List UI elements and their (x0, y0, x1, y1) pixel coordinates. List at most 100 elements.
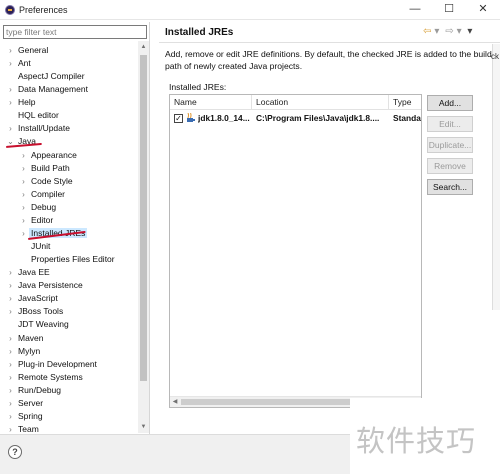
tree-item[interactable]: › General (5, 44, 50, 57)
tree-item[interactable]: › Mylyn (5, 345, 42, 358)
tree-item[interactable]: › Run/Debug (5, 384, 63, 397)
collapsed-chevron-icon[interactable]: › (5, 410, 16, 423)
minimize-button[interactable]: — (398, 0, 432, 20)
view-menu-chevron-icon[interactable]: ▾ (467, 26, 472, 37)
collapsed-chevron-icon[interactable]: › (18, 188, 29, 201)
collapsed-chevron-icon[interactable]: › (5, 345, 16, 358)
tree-item[interactable]: › Maven (5, 332, 46, 345)
tree-item[interactable]: JUnit (18, 240, 52, 253)
collapsed-chevron-icon[interactable]: › (5, 423, 16, 433)
default-jre-checkbox[interactable]: ✓ (174, 114, 183, 123)
collapsed-chevron-icon[interactable]: › (5, 371, 16, 384)
tree-item-label: Data Management (18, 84, 88, 95)
jre-type-cell: Standar (393, 113, 422, 123)
search-button[interactable]: Search... (427, 179, 473, 195)
help-icon[interactable]: ? (8, 445, 22, 459)
tree-item[interactable]: JDT Weaving (5, 318, 71, 331)
tree-item-label: Ant (18, 58, 31, 69)
background-window-text: ck (491, 52, 499, 61)
tree-item-label: Run/Debug (18, 384, 62, 395)
jre-location-cell: C:\Program Files\Java\jdk1.8.... (256, 113, 380, 123)
back-arrow-icon[interactable]: ⇦ (423, 26, 431, 37)
title-bar: Preferences — ☐ ✕ (0, 0, 500, 20)
header-divider (159, 42, 500, 43)
scroll-up-arrow-icon[interactable]: ▲ (138, 41, 149, 53)
collapsed-chevron-icon[interactable]: › (5, 384, 16, 397)
remove-button[interactable]: Remove (427, 158, 473, 174)
tree-scrollbar[interactable]: ▲ ▼ (138, 41, 149, 433)
tree-item-label: JDT Weaving (18, 319, 69, 330)
duplicate-button[interactable]: Duplicate... (427, 137, 473, 153)
tree-item[interactable]: › Install/Update (5, 122, 72, 135)
tree-item-label: AspectJ Compiler (18, 71, 85, 82)
tree-item[interactable]: › Help (5, 96, 37, 109)
tree-item[interactable]: › Compiler (18, 188, 67, 201)
tree-item[interactable]: › Remote Systems (5, 371, 85, 384)
tree-item[interactable]: › Server (5, 397, 45, 410)
tree-item[interactable]: › Data Management (5, 83, 90, 96)
tree-item-label: Java Persistence (18, 280, 83, 291)
installed-jres-table[interactable]: Name Location Type ✓ jdk1.8.0_14... C:\P… (169, 94, 422, 408)
collapsed-chevron-icon[interactable]: › (5, 266, 16, 279)
collapsed-chevron-icon[interactable]: › (5, 57, 16, 70)
tree-item-label: Team (18, 424, 39, 433)
collapsed-chevron-icon[interactable]: › (18, 162, 29, 175)
tree-item[interactable]: › Editor (18, 214, 55, 227)
collapsed-chevron-icon[interactable]: › (5, 292, 16, 305)
forward-arrow-icon[interactable]: ⇨ (445, 26, 453, 37)
edit-button[interactable]: Edit... (427, 116, 473, 132)
tree-item[interactable]: › Java EE (5, 266, 52, 279)
tree-item-label: Remote Systems (18, 371, 83, 382)
tree-item[interactable]: AspectJ Compiler (5, 70, 87, 83)
forward-menu-chevron-icon[interactable]: ▾ (457, 26, 462, 37)
collapsed-chevron-icon[interactable]: › (5, 83, 16, 96)
column-header-type[interactable]: Type (389, 95, 421, 110)
collapsed-chevron-icon[interactable]: › (18, 214, 29, 227)
tree-item[interactable]: Properties Files Editor (18, 253, 117, 266)
table-row[interactable]: ✓ jdk1.8.0_14... C:\Program Files\Java\j… (170, 111, 421, 125)
tree-item[interactable]: › Plug-in Development (5, 358, 99, 371)
tree-item-label: Server (18, 397, 44, 408)
tree-item[interactable]: › Ant (5, 57, 33, 70)
back-menu-chevron-icon[interactable]: ▾ (434, 26, 439, 37)
scroll-left-arrow-icon[interactable]: ◀ (170, 397, 180, 407)
tree-item-label: Debug (31, 201, 57, 212)
tree-item[interactable]: › Debug (18, 201, 58, 214)
collapsed-chevron-icon[interactable]: › (5, 279, 16, 292)
tree-item[interactable]: › JBoss Tools (5, 305, 65, 318)
maximize-button[interactable]: ☐ (432, 0, 466, 20)
tree-item[interactable]: › Appearance (18, 149, 79, 162)
collapsed-chevron-icon[interactable]: › (18, 201, 29, 214)
tree-item[interactable]: HQL editor (5, 109, 61, 122)
scroll-down-arrow-icon[interactable]: ▼ (138, 421, 149, 433)
tree-item-label: JBoss Tools (18, 306, 64, 317)
tree-item-label: JavaScript (18, 293, 58, 304)
collapsed-chevron-icon[interactable]: › (5, 96, 16, 109)
column-header-name[interactable]: Name (170, 95, 252, 110)
tree-item[interactable]: › Code Style (18, 175, 75, 188)
collapsed-chevron-icon[interactable]: › (18, 149, 29, 162)
collapsed-chevron-icon[interactable]: › (18, 175, 29, 188)
tree-item-label: JUnit (31, 241, 51, 252)
window-title: Preferences (19, 5, 68, 15)
tree-item[interactable]: › Spring (5, 410, 45, 423)
collapsed-chevron-icon[interactable]: › (5, 305, 16, 318)
column-header-location[interactable]: Location (252, 95, 389, 110)
table-header: Name Location Type (170, 95, 421, 110)
collapsed-chevron-icon[interactable]: › (5, 332, 16, 345)
scrollbar-thumb[interactable] (140, 55, 147, 381)
collapsed-chevron-icon[interactable]: › (5, 358, 16, 371)
filter-input[interactable] (3, 25, 147, 39)
eclipse-app-icon (5, 5, 15, 15)
close-button[interactable]: ✕ (466, 0, 500, 20)
tree-item-label: Install/Update (18, 123, 70, 134)
add-button[interactable]: Add... (427, 95, 473, 111)
tree-item[interactable]: › Team (5, 423, 41, 433)
tree-item[interactable]: › JavaScript (5, 292, 60, 305)
tree-item[interactable]: › Build Path (18, 162, 72, 175)
tree-item[interactable]: › Java Persistence (5, 279, 85, 292)
tree-item-label: General (18, 45, 49, 55)
collapsed-chevron-icon[interactable]: › (5, 397, 16, 410)
collapsed-chevron-icon[interactable]: › (5, 122, 16, 135)
collapsed-chevron-icon[interactable]: › (5, 44, 16, 57)
